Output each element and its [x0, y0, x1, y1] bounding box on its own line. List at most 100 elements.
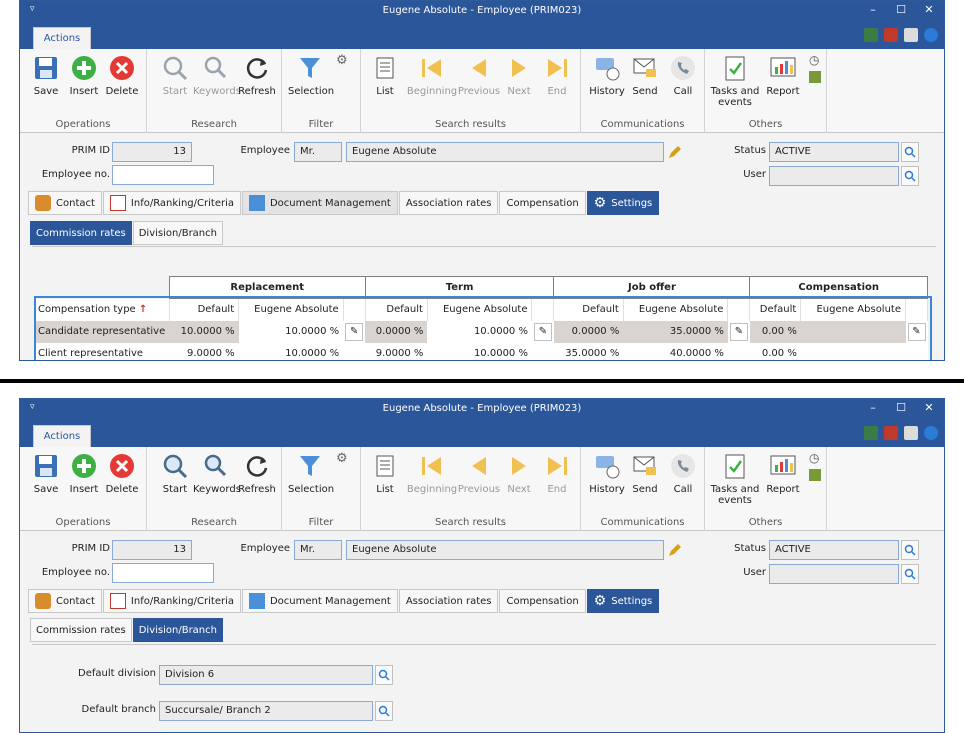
- status-search-icon[interactable]: [901, 142, 919, 162]
- keywords-button[interactable]: Keywords: [193, 451, 241, 495]
- export-icon[interactable]: [809, 469, 821, 481]
- edit-name-pencil-icon[interactable]: [666, 142, 684, 162]
- user-field[interactable]: [769, 564, 899, 584]
- help-icon[interactable]: [924, 426, 938, 440]
- beginning-button[interactable]: Beginning: [405, 451, 459, 495]
- ribbon-tab-actions[interactable]: Actions: [33, 27, 91, 49]
- previous-icon: [472, 457, 486, 475]
- selection-button[interactable]: Selection: [288, 53, 334, 97]
- branch-search-icon[interactable]: [375, 701, 393, 721]
- start-button[interactable]: Start: [153, 53, 197, 97]
- subtab-division-branch[interactable]: Division/Branch: [132, 221, 223, 245]
- user-search-icon[interactable]: [901, 564, 919, 584]
- employee-no-label: Employee no.: [41, 169, 110, 180]
- maximize-icon[interactable]: ☐: [888, 401, 914, 414]
- delete-button[interactable]: Delete: [100, 53, 144, 97]
- close-icon[interactable]: ✕: [916, 401, 942, 414]
- refresh-button[interactable]: Refresh: [235, 53, 279, 97]
- tab-settings[interactable]: ⚙ Settings: [586, 589, 660, 613]
- employee-name-field[interactable]: Eugene Absolute: [346, 540, 664, 560]
- tab-document-management[interactable]: Document Management: [241, 589, 398, 613]
- calendar-icon[interactable]: [884, 426, 898, 440]
- refresh-button[interactable]: Refresh: [235, 451, 279, 495]
- clipboard-check-icon: [725, 56, 745, 81]
- group-research: Start Keywords Refresh Research: [147, 447, 282, 531]
- calculator-icon[interactable]: [864, 28, 878, 42]
- minimize-icon[interactable]: –: [860, 401, 886, 414]
- tab-info-ranking[interactable]: Info/Ranking/Criteria: [102, 589, 241, 613]
- list-button[interactable]: List: [363, 451, 407, 495]
- user-field[interactable]: [769, 166, 899, 186]
- previous-button[interactable]: Previous: [457, 53, 501, 97]
- salutation-field[interactable]: Mr.: [294, 142, 342, 162]
- call-button[interactable]: Call: [661, 53, 705, 97]
- window-title: Eugene Absolute - Employee (PRIM023): [382, 403, 582, 414]
- beginning-button[interactable]: Beginning: [405, 53, 459, 97]
- employee-no-input[interactable]: [112, 165, 214, 185]
- tab-info-ranking[interactable]: Info/Ranking/Criteria: [102, 191, 241, 215]
- help-icon[interactable]: [924, 28, 938, 42]
- tab-document-management[interactable]: Document Management: [241, 191, 398, 215]
- user-search-icon[interactable]: [901, 166, 919, 186]
- close-icon[interactable]: ✕: [916, 3, 942, 16]
- report-button[interactable]: Report: [761, 53, 805, 97]
- tab-settings[interactable]: ⚙ Settings: [586, 191, 660, 215]
- tasks-and-events-button[interactable]: Tasks and events: [709, 451, 761, 506]
- status-search-icon[interactable]: [901, 540, 919, 560]
- default-division-field[interactable]: Division 6: [159, 665, 373, 685]
- minimize-icon[interactable]: –: [860, 3, 886, 16]
- end-button[interactable]: End: [535, 451, 579, 495]
- filter-settings-gear-icon[interactable]: ⚙: [336, 53, 348, 68]
- export-icon[interactable]: [809, 71, 821, 83]
- printer-icon[interactable]: [904, 426, 918, 440]
- tab-contact[interactable]: Contact: [28, 191, 102, 215]
- calculator-icon[interactable]: [864, 426, 878, 440]
- maximize-icon[interactable]: ☐: [888, 3, 914, 16]
- filter-settings-gear-icon[interactable]: ⚙: [336, 451, 348, 466]
- next-icon: [512, 59, 526, 77]
- clock-icon[interactable]: ◷: [809, 53, 819, 67]
- tab-compensation[interactable]: Compensation: [499, 589, 586, 613]
- subtab-commission-rates[interactable]: Commission rates: [30, 618, 132, 642]
- separator-bar: [0, 379, 964, 383]
- previous-button[interactable]: Previous: [457, 451, 501, 495]
- end-button[interactable]: End: [535, 53, 579, 97]
- employee-label: Employee: [240, 543, 290, 554]
- printer-icon[interactable]: [904, 28, 918, 42]
- title-bar: ▿ Eugene Absolute - Employee (PRIM023) –…: [20, 399, 944, 419]
- keywords-button[interactable]: Keywords: [193, 53, 241, 97]
- delete-button[interactable]: Delete: [100, 451, 144, 495]
- salutation-field[interactable]: Mr.: [294, 540, 342, 560]
- employee-no-input[interactable]: [112, 563, 214, 583]
- tab-association-rates[interactable]: Association rates: [398, 191, 499, 215]
- division-search-icon[interactable]: [375, 665, 393, 685]
- calendar-icon[interactable]: [884, 28, 898, 42]
- call-button[interactable]: Call: [661, 451, 705, 495]
- status-field[interactable]: ACTIVE: [769, 142, 899, 162]
- phone-icon: [671, 56, 695, 80]
- funnel-icon: [300, 58, 320, 78]
- subtab-division-branch[interactable]: Division/Branch: [132, 618, 223, 642]
- report-button[interactable]: Report: [761, 451, 805, 495]
- first-record-icon: [422, 457, 441, 475]
- selection-button[interactable]: Selection: [288, 451, 334, 495]
- default-division-label: Default division: [78, 668, 156, 679]
- clipboard-check-icon: [725, 454, 745, 479]
- tab-association-rates[interactable]: Association rates: [398, 589, 499, 613]
- start-button[interactable]: Start: [153, 451, 197, 495]
- default-branch-field[interactable]: Succursale/ Branch 2: [159, 701, 373, 721]
- employee-name-field[interactable]: Eugene Absolute: [346, 142, 664, 162]
- list-button[interactable]: List: [363, 53, 407, 97]
- tab-compensation[interactable]: Compensation: [499, 191, 586, 215]
- user-label: User: [743, 169, 766, 180]
- edit-name-pencil-icon[interactable]: [666, 540, 684, 560]
- tab-contact[interactable]: Contact: [28, 589, 102, 613]
- tasks-and-events-button[interactable]: Tasks and events: [709, 53, 761, 108]
- refresh-icon: [246, 58, 268, 79]
- status-field[interactable]: ACTIVE: [769, 540, 899, 560]
- folder-icon: [248, 195, 265, 211]
- ribbon-tab-actions[interactable]: Actions: [33, 425, 91, 447]
- clock-icon[interactable]: ◷: [809, 451, 819, 465]
- subtab-commission-rates[interactable]: Commission rates: [30, 221, 132, 245]
- group-research: Start Keywords Refresh Research: [147, 49, 282, 133]
